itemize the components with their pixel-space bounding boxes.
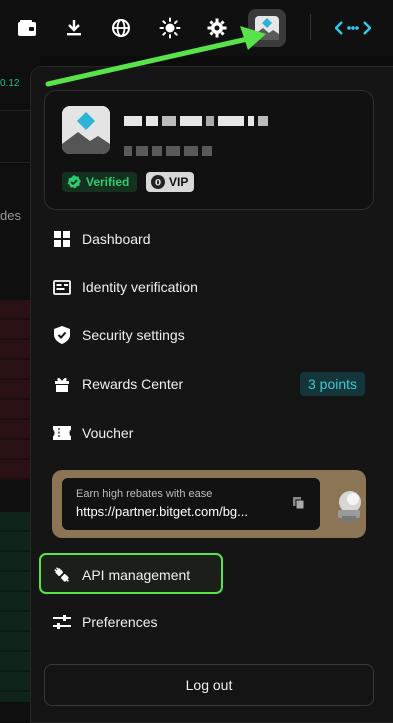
vip-badge[interactable]: 0 VIP: [146, 172, 195, 192]
settings-gear-icon[interactable]: [199, 10, 235, 46]
menu-item-preferences[interactable]: Preferences: [52, 608, 157, 636]
menu-item-label: API management: [82, 567, 191, 583]
globe-icon[interactable]: [103, 10, 139, 46]
verified-check-icon: [67, 175, 81, 189]
sliders-icon: [52, 612, 72, 632]
svg-text:0: 0: [155, 179, 161, 189]
top-toolbar: [0, 0, 393, 56]
user-avatar-button[interactable]: [248, 9, 286, 47]
rebate-title: Earn high rebates with ease: [76, 488, 213, 500]
menu-item-label: Rewards Center: [82, 376, 184, 392]
background-text: des: [0, 208, 21, 223]
menu-item-dashboard[interactable]: Dashboard: [52, 225, 151, 253]
profile-avatar: [62, 106, 110, 154]
profile-name-redacted: [124, 113, 272, 126]
verified-badge: Verified: [62, 172, 138, 192]
gift-icon: [52, 374, 72, 394]
download-icon[interactable]: [56, 10, 92, 46]
background-price: 0.12: [0, 78, 20, 89]
wallet-icon[interactable]: [9, 10, 45, 46]
menu-item-voucher[interactable]: Voucher: [52, 419, 133, 447]
menu-item-api-management[interactable]: API management: [52, 561, 190, 589]
menu-item-label: Security settings: [82, 327, 185, 343]
shield-check-icon: [52, 325, 72, 345]
referral-link[interactable]: https://partner.bitget.com/bg...: [76, 504, 248, 519]
dashboard-grid-icon: [52, 229, 72, 249]
theme-sun-icon[interactable]: [152, 10, 188, 46]
menu-item-label: Preferences: [82, 614, 158, 630]
vip-level-icon: 0: [151, 175, 165, 189]
ticket-icon: [52, 423, 72, 443]
plug-icon: [52, 565, 72, 585]
copy-icon[interactable]: [292, 496, 306, 510]
id-card-icon: [52, 277, 72, 297]
user-avatar-icon: [255, 16, 279, 40]
menu-item-rewards-center[interactable]: Rewards Center: [52, 370, 183, 398]
menu-item-label: Dashboard: [82, 231, 151, 247]
rewards-points-badge[interactable]: 3 points: [300, 372, 366, 396]
verified-label: Verified: [86, 175, 130, 189]
menu-item-label: Voucher: [82, 425, 134, 441]
menu-item-label: Identity verification: [82, 279, 198, 295]
profile-uid-redacted: [124, 143, 216, 156]
menu-item-security-settings[interactable]: Security settings: [52, 321, 185, 349]
vip-label: VIP: [169, 175, 189, 189]
menu-item-identity-verification[interactable]: Identity verification: [52, 273, 198, 301]
logout-button[interactable]: Log out: [44, 664, 374, 706]
toolbar-divider: [310, 14, 311, 40]
connect-icon[interactable]: [335, 10, 371, 46]
rebate-illustration: [334, 486, 364, 524]
